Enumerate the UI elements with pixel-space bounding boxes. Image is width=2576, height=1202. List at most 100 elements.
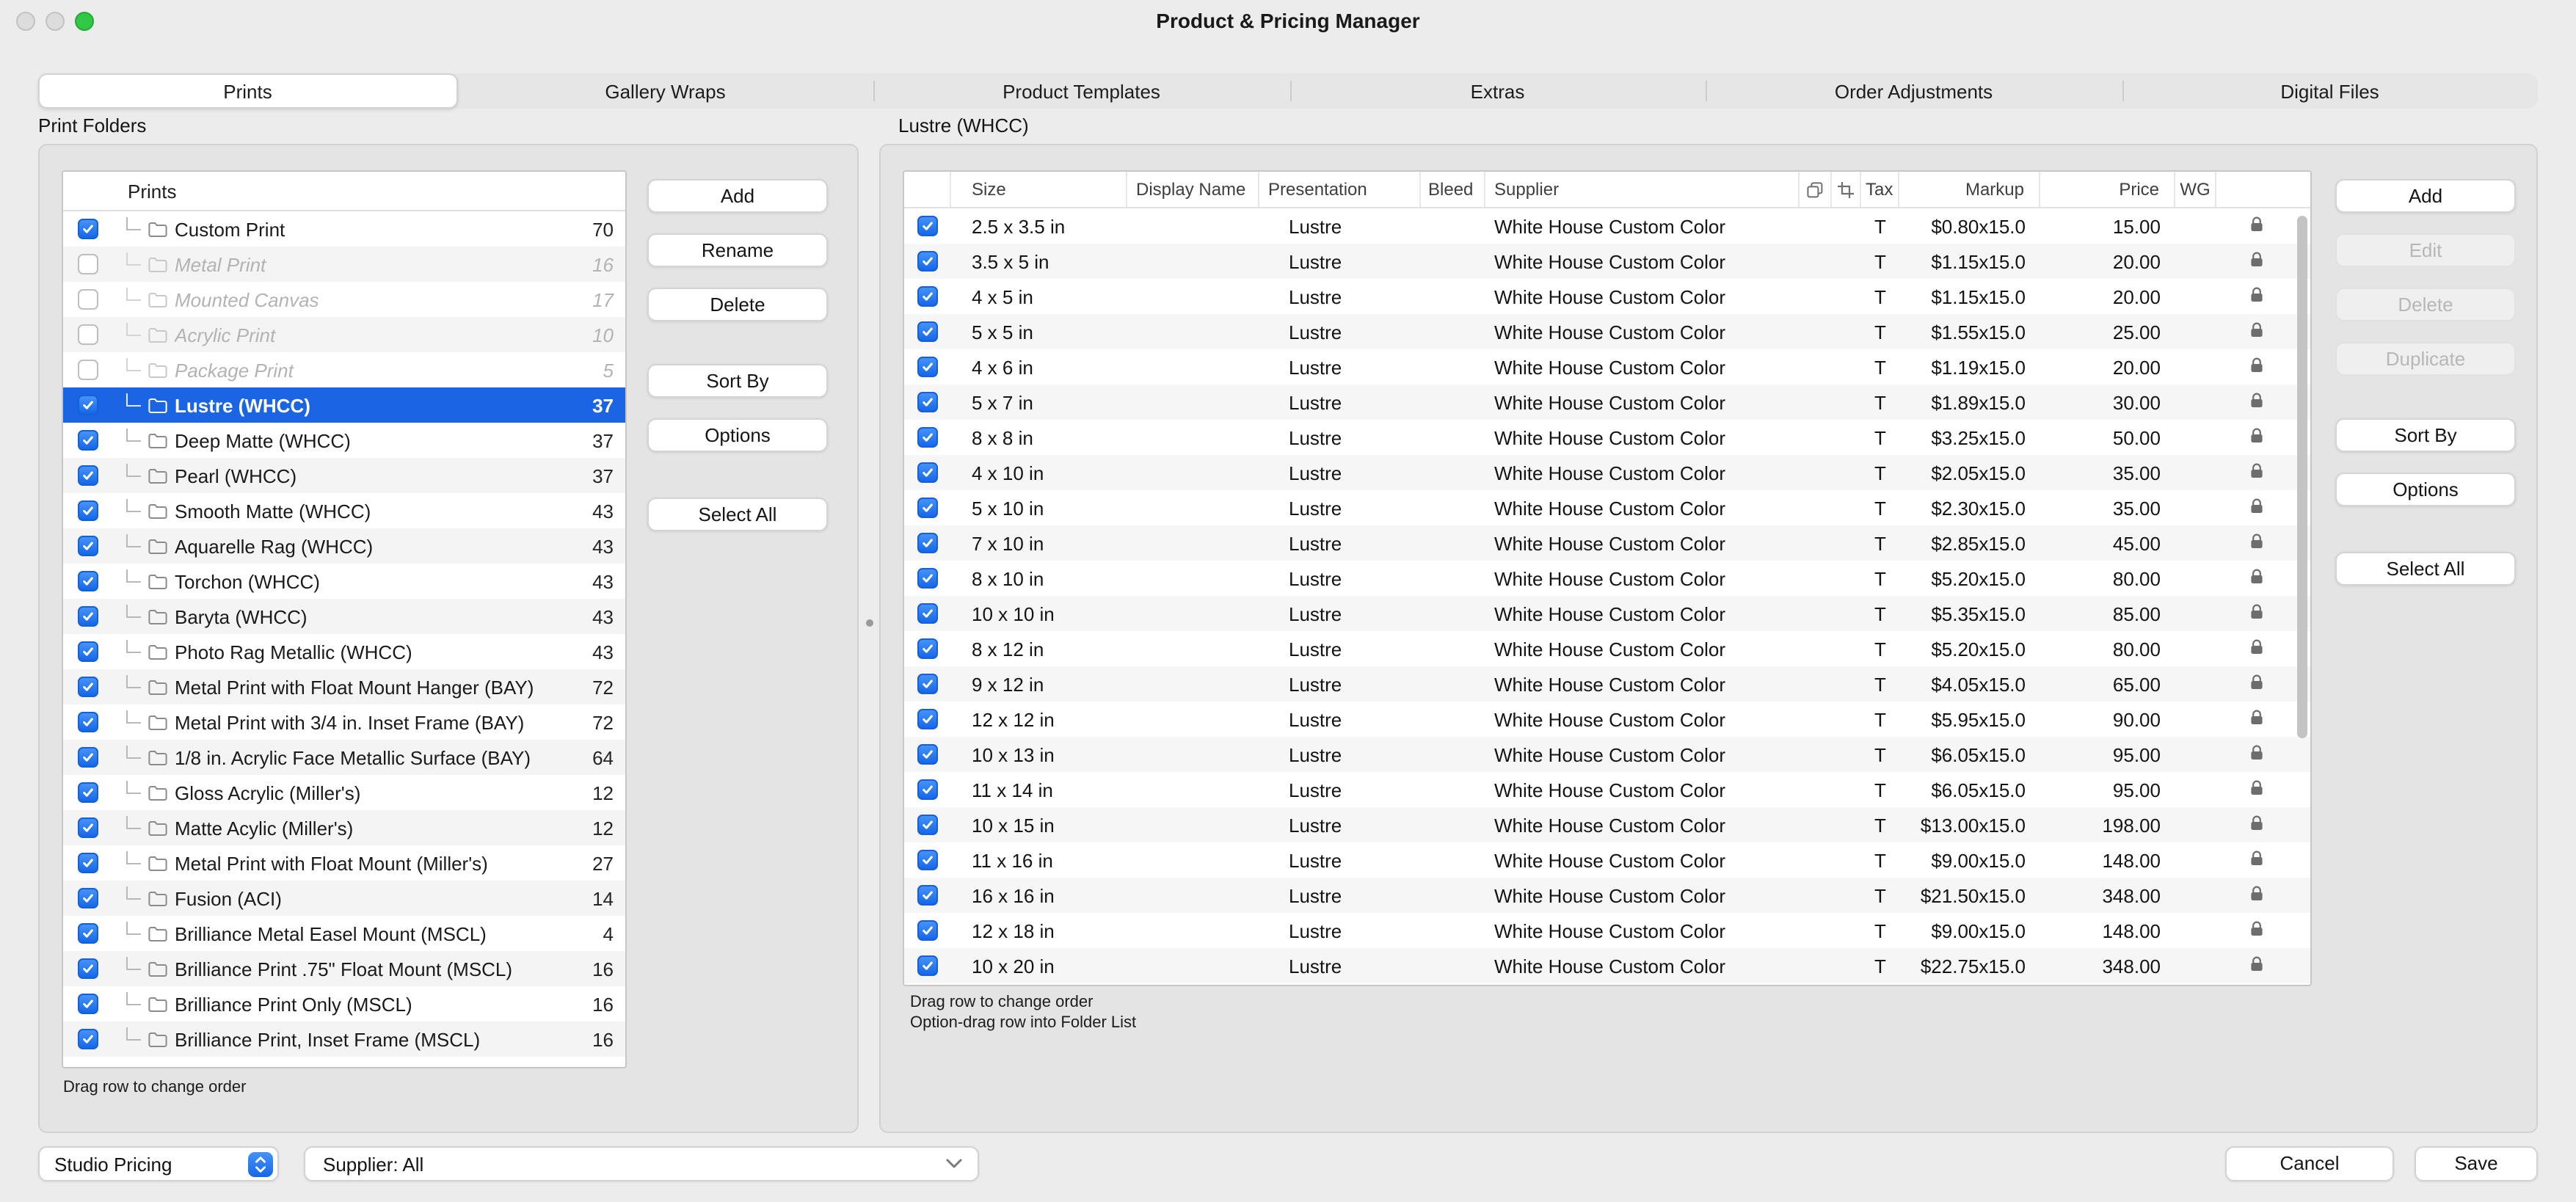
product-add-button[interactable]: Add: [2335, 179, 2516, 213]
tab-digital-files[interactable]: Digital Files: [2122, 73, 2538, 109]
folder-checkbox[interactable]: [78, 888, 98, 908]
sort-by-button[interactable]: Sort By: [647, 364, 828, 398]
product-row[interactable]: 10 x 15 in Lustre White House Custom Col…: [904, 807, 2310, 842]
product-row[interactable]: 8 x 10 in Lustre White House Custom Colo…: [904, 561, 2310, 596]
product-row[interactable]: 3.5 x 5 in Lustre White House Custom Col…: [904, 244, 2310, 279]
row-checkbox[interactable]: [917, 568, 938, 589]
scrollbar-thumb[interactable]: [2297, 216, 2307, 738]
crop-icon[interactable]: [1832, 172, 1861, 207]
pricing-menu-select[interactable]: Studio Pricing: [38, 1146, 279, 1181]
product-row[interactable]: 7 x 10 in Lustre White House Custom Colo…: [904, 525, 2310, 561]
col-wg[interactable]: WG: [2175, 172, 2216, 207]
tab-order-adjustments[interactable]: Order Adjustments: [1706, 73, 2122, 109]
folder-row[interactable]: 1/8 in. Acrylic Face Metallic Surface (B…: [63, 740, 625, 775]
cancel-button[interactable]: Cancel: [2225, 1146, 2394, 1181]
product-select-all-button[interactable]: Select All: [2335, 552, 2516, 586]
row-checkbox[interactable]: [917, 427, 938, 448]
product-row[interactable]: 10 x 20 in Lustre White House Custom Col…: [904, 948, 2310, 983]
row-checkbox[interactable]: [917, 251, 938, 272]
folder-row[interactable]: Mounted Canvas 17: [63, 282, 625, 317]
folder-row[interactable]: Brilliance Print .75" Float Mount (MSCL)…: [63, 951, 625, 986]
folder-row[interactable]: Smooth Matte (WHCC) 43: [63, 493, 625, 528]
folder-checkbox[interactable]: [78, 853, 98, 873]
folder-row[interactable]: Brilliance Metal Easel Mount (MSCL) 4: [63, 916, 625, 951]
folder-row[interactable]: Deep Matte (WHCC) 37: [63, 423, 625, 458]
product-row[interactable]: 11 x 16 in Lustre White House Custom Col…: [904, 842, 2310, 878]
folder-checkbox[interactable]: [78, 923, 98, 944]
folder-row[interactable]: Fusion (ACI) 14: [63, 881, 625, 916]
folder-checkbox[interactable]: [78, 782, 98, 803]
row-checkbox[interactable]: [917, 603, 938, 624]
row-checkbox[interactable]: [917, 498, 938, 518]
row-checkbox[interactable]: [917, 462, 938, 483]
row-checkbox[interactable]: [917, 955, 938, 976]
product-row[interactable]: 12 x 18 in Lustre White House Custom Col…: [904, 913, 2310, 948]
folder-checkbox[interactable]: [78, 289, 98, 310]
row-checkbox[interactable]: [917, 920, 938, 941]
table-scrollbar[interactable]: [2296, 210, 2309, 982]
folder-row[interactable]: Custom Print 70: [63, 211, 625, 247]
folder-checkbox[interactable]: [78, 712, 98, 732]
product-row[interactable]: 9 x 12 in Lustre White House Custom Colo…: [904, 666, 2310, 702]
folder-row[interactable]: Photo Rag Metallic (WHCC) 43: [63, 634, 625, 669]
folder-checkbox[interactable]: [78, 254, 98, 274]
folder-checkbox[interactable]: [78, 1029, 98, 1049]
folder-row[interactable]: Torchon (WHCC) 43: [63, 564, 625, 599]
folder-row[interactable]: Aquarelle Rag (WHCC) 43: [63, 528, 625, 564]
folder-row[interactable]: Gloss Acrylic (Miller's) 12: [63, 775, 625, 810]
folder-checkbox[interactable]: [78, 395, 98, 415]
col-size[interactable]: Size: [951, 172, 1127, 207]
col-display-name[interactable]: Display Name: [1127, 172, 1259, 207]
folder-checkbox[interactable]: [78, 817, 98, 838]
col-presentation[interactable]: Presentation: [1259, 172, 1421, 207]
folder-checkbox[interactable]: [78, 994, 98, 1014]
product-row[interactable]: 10 x 10 in Lustre White House Custom Col…: [904, 596, 2310, 631]
row-checkbox[interactable]: [917, 321, 938, 342]
folder-checkbox[interactable]: [78, 219, 98, 239]
row-checkbox[interactable]: [917, 674, 938, 694]
folder-checkbox[interactable]: [78, 430, 98, 451]
product-row[interactable]: 5 x 10 in Lustre White House Custom Colo…: [904, 490, 2310, 525]
col-markup[interactable]: Markup: [1899, 172, 2040, 207]
row-checkbox[interactable]: [917, 357, 938, 377]
folder-row[interactable]: Baryta (WHCC) 43: [63, 599, 625, 634]
folder-row[interactable]: Pearl (WHCC) 37: [63, 458, 625, 493]
folder-row[interactable]: Metal Print 16: [63, 247, 625, 282]
options-button[interactable]: Options: [647, 418, 828, 452]
row-checkbox[interactable]: [917, 216, 938, 236]
row-checkbox[interactable]: [917, 392, 938, 412]
tab-extras[interactable]: Extras: [1289, 73, 1706, 109]
row-checkbox[interactable]: [917, 638, 938, 659]
product-row[interactable]: 10 x 13 in Lustre White House Custom Col…: [904, 737, 2310, 772]
product-options-button[interactable]: Options: [2335, 473, 2516, 506]
product-row[interactable]: 4 x 10 in Lustre White House Custom Colo…: [904, 455, 2310, 490]
pane-splitter-dot[interactable]: [866, 619, 873, 627]
col-bleed[interactable]: Bleed: [1421, 172, 1485, 207]
product-row[interactable]: 12 x 12 in Lustre White House Custom Col…: [904, 702, 2310, 737]
folder-checkbox[interactable]: [78, 958, 98, 979]
product-row[interactable]: 5 x 5 in Lustre White House Custom Color…: [904, 314, 2310, 349]
folder-checkbox[interactable]: [78, 606, 98, 627]
folder-row[interactable]: Matte Acylic (Miller's) 12: [63, 810, 625, 845]
product-sort-by-button[interactable]: Sort By: [2335, 418, 2516, 452]
col-tax[interactable]: Tax: [1861, 172, 1899, 207]
folder-checkbox[interactable]: [78, 500, 98, 521]
folder-checkbox[interactable]: [78, 677, 98, 697]
folder-checkbox[interactable]: [78, 641, 98, 662]
pages-icon[interactable]: [1800, 172, 1832, 207]
product-row[interactable]: 5 x 7 in Lustre White House Custom Color…: [904, 385, 2310, 420]
row-checkbox[interactable]: [917, 744, 938, 765]
product-row[interactable]: 11 x 14 in Lustre White House Custom Col…: [904, 772, 2310, 807]
folder-checkbox[interactable]: [78, 536, 98, 556]
delete-button[interactable]: Delete: [647, 288, 828, 321]
row-checkbox[interactable]: [917, 779, 938, 800]
select-all-button[interactable]: Select All: [647, 498, 828, 531]
folder-row[interactable]: Metal Print with Float Mount (Miller's) …: [63, 845, 625, 881]
save-button[interactable]: Save: [2415, 1146, 2538, 1181]
folder-row[interactable]: Brilliance Print Only (MSCL) 16: [63, 986, 625, 1021]
supplier-filter-select[interactable]: Supplier: All: [304, 1146, 979, 1181]
tab-gallery-wraps[interactable]: Gallery Wraps: [457, 73, 873, 109]
tab-prints[interactable]: Prints: [38, 73, 457, 109]
product-row[interactable]: 4 x 6 in Lustre White House Custom Color…: [904, 349, 2310, 385]
folder-row[interactable]: Metal Print with Float Mount Hanger (BAY…: [63, 669, 625, 704]
